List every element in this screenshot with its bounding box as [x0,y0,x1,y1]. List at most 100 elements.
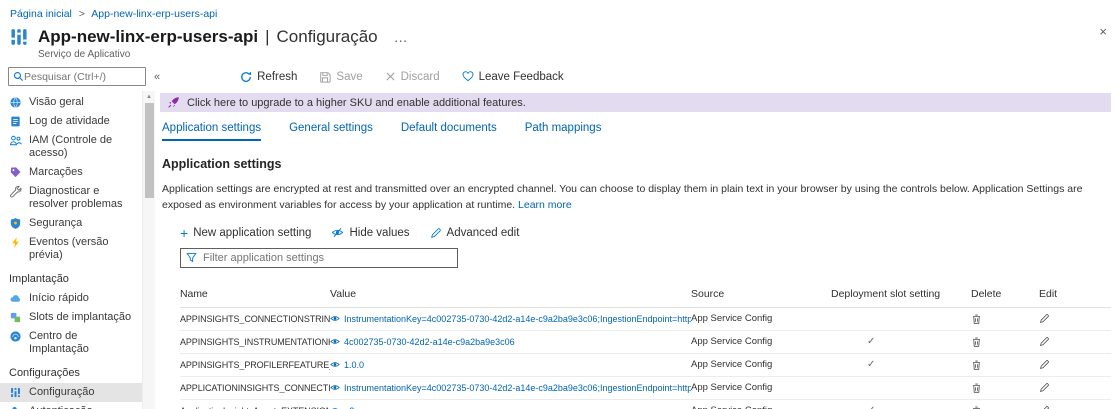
delete-button[interactable] [971,336,1039,348]
scrollbar-thumb[interactable] [145,103,154,198]
leave-feedback-button[interactable]: Leave Feedback [462,71,564,83]
service-type-label: Serviço de Aplicativo [0,48,1119,60]
sidebar-item-label: Segurança [29,217,82,230]
collapse-sidebar-button[interactable]: « [154,71,160,83]
table-row: APPINSIGHTS_CONNECTIONSTRING Instrumenta… [180,308,1111,331]
heart-icon [462,71,474,82]
pencil-icon [1039,313,1050,324]
discard-button[interactable]: Discard [385,71,440,83]
setting-value-link[interactable]: 4c002735-0730-42d2-a14e-c9a2ba9e3c06 [330,337,691,347]
sidebar: Visão geral Log de atividade IAM (Contro… [0,91,142,409]
app-settings-table: Name Value Source Deployment slot settin… [180,282,1111,409]
sidebar-search[interactable] [8,67,146,86]
tab-application-settings[interactable]: Application settings [162,122,261,141]
upgrade-sku-banner[interactable]: Click here to upgrade to a higher SKU an… [160,93,1111,112]
sidebar-item-autenticacao[interactable]: Autenticação [0,402,142,409]
filter-input[interactable] [203,252,452,264]
setting-name: APPINSIGHTS_PROFILERFEATURE_VERSION [180,360,330,370]
tab-default-documents[interactable]: Default documents [401,122,497,141]
settings-tabs: Application settings General settings De… [162,122,1111,141]
toolbar: Refresh Save Discard Leave Feedback [240,71,564,83]
new-application-setting-button[interactable]: + New application setting [180,227,311,239]
plus-icon: + [180,228,188,238]
sidebar-item-inicio-rapido[interactable]: Início rápido [0,289,142,308]
setting-source: App Service Config [691,313,831,324]
new-setting-label: New application setting [193,227,311,239]
tab-general-settings[interactable]: General settings [289,122,373,141]
sidebar-item-eventos[interactable]: Eventos (versão prévia) [0,233,142,265]
delete-button[interactable] [971,313,1039,325]
filter-settings-box[interactable] [180,248,458,268]
edit-button[interactable] [1039,359,1111,370]
sidebar-item-visao-geral[interactable]: Visão geral [0,93,142,112]
setting-source: App Service Config [691,405,831,409]
command-bar: « Refresh Save Discard [0,60,1119,91]
eye-icon [330,337,340,346]
slot-setting-check: ✓ [831,336,971,347]
sidebar-item-iam[interactable]: IAM (Controle de acesso) [0,131,142,163]
setting-name: APPLICATIONINSIGHTS_CONNECTION_STRIN [180,383,330,393]
blade-name: Configuração [277,27,378,47]
eye-slash-icon [331,227,344,238]
column-header-source[interactable]: Source [691,288,831,300]
save-button[interactable]: Save [319,71,362,83]
breadcrumb-current-link[interactable]: App-new-linx-erp-users-api [91,8,217,20]
more-options-button[interactable]: … [394,29,409,45]
edit-button[interactable] [1039,313,1111,324]
edit-button[interactable] [1039,382,1111,393]
value-text: ~2 [344,406,354,409]
diagnose-icon [9,185,22,198]
pencil-icon [1039,359,1050,370]
value-text: 4c002735-0730-42d2-a14e-c9a2ba9e3c06 [344,337,515,347]
pencil-icon [1039,382,1050,393]
learn-more-link[interactable]: Learn more [518,199,572,211]
value-text: 1.0.0 [344,360,364,370]
filter-funnel-icon [186,252,197,263]
deployment-center-icon [9,330,22,343]
sidebar-scrollbar[interactable]: ▲ [142,91,155,409]
advanced-edit-button[interactable]: Advanced edit [430,227,520,239]
quickstart-icon [9,292,22,305]
leave-feedback-label: Leave Feedback [479,71,564,83]
setting-source: App Service Config [691,382,831,393]
edit-button[interactable] [1039,405,1111,409]
setting-value-link[interactable]: ~2 [330,406,691,409]
trash-icon [971,359,982,371]
sidebar-item-centro-implantacao[interactable]: Centro de Implantação [0,327,142,359]
setting-value-link[interactable]: InstrumentationKey=4c002735-0730-42d2-a1… [330,314,691,324]
sidebar-item-slots-implantacao[interactable]: Slots de implantação [0,308,142,327]
close-icon[interactable]: × [1099,24,1107,39]
sidebar-item-diagnosticar[interactable]: Diagnosticar e resolver problemas [0,182,142,214]
refresh-button[interactable]: Refresh [240,71,297,83]
discard-label: Discard [401,71,440,83]
trash-icon [971,336,982,348]
setting-value-link[interactable]: 1.0.0 [330,360,691,370]
search-icon [13,71,24,82]
tab-path-mappings[interactable]: Path mappings [525,122,602,141]
sidebar-item-marcacoes[interactable]: Marcações [0,163,142,182]
scrollbar-up-arrow[interactable]: ▲ [143,91,155,100]
value-text: InstrumentationKey=4c002735-0730-42d2-a1… [344,383,691,393]
sidebar-item-seguranca[interactable]: Segurança [0,214,142,233]
table-row: APPINSIGHTS_INSTRUMENTATIONKEY 4c002735-… [180,331,1111,354]
breadcrumb-home-link[interactable]: Página inicial [10,8,72,20]
column-header-name[interactable]: Name [180,288,330,300]
sidebar-item-configuracao[interactable]: Configuração [0,383,142,402]
hide-values-button[interactable]: Hide values [331,227,409,239]
delete-button[interactable] [971,359,1039,371]
sidebar-item-log-atividade[interactable]: Log de atividade [0,112,142,131]
edit-button[interactable] [1039,336,1111,347]
section-heading: Application settings [162,157,1111,171]
trash-icon [971,382,982,394]
column-header-slot[interactable]: Deployment slot setting [831,288,971,300]
delete-button[interactable] [971,405,1039,409]
discard-icon [385,71,396,82]
setting-value-link[interactable]: InstrumentationKey=4c002735-0730-42d2-a1… [330,383,691,393]
pencil-icon [1039,405,1050,409]
delete-button[interactable] [971,382,1039,394]
search-input[interactable] [24,71,134,83]
column-header-value[interactable]: Value [330,288,691,300]
deployment-slots-icon [9,311,22,324]
description-text: Application settings are encrypted at re… [162,183,1082,211]
title-row: App-new-linx-erp-users-api | Configuraçã… [0,22,1119,48]
